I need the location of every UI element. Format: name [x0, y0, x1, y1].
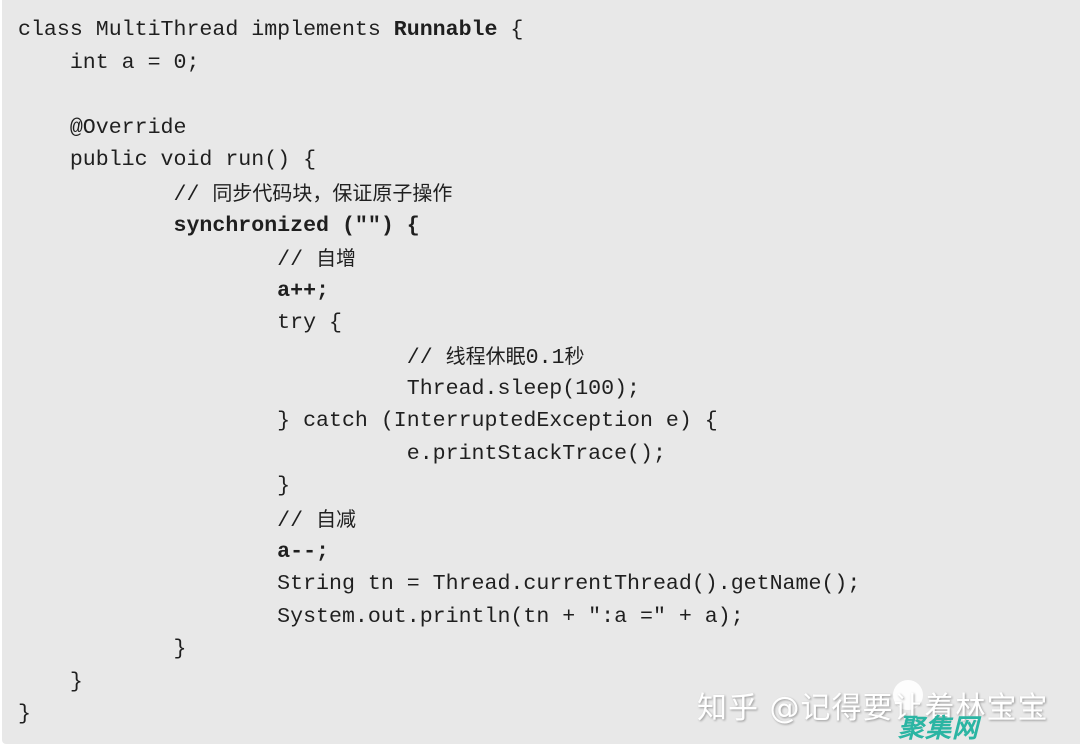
code-line: public void run() { — [18, 144, 860, 177]
code-line: } — [18, 470, 860, 503]
code-line: // 自减 — [18, 503, 860, 536]
code-line: System.out.println(tn + ":a =" + a); — [18, 601, 860, 634]
code-block: class MultiThread implements Runnable { … — [2, 0, 1080, 744]
code-content: class MultiThread implements Runnable { … — [18, 14, 860, 731]
code-line: class MultiThread implements Runnable { — [18, 14, 860, 47]
code-token: } — [173, 637, 187, 662]
code-line: // 自增 — [18, 242, 860, 275]
code-line: } — [18, 633, 860, 666]
code-line: a++; — [18, 275, 860, 308]
code-line: Thread.sleep(100); — [18, 373, 860, 406]
code-comment-text: 同步代码块，保证原子操作 — [212, 180, 453, 205]
code-line: int a = 0; — [18, 47, 860, 80]
code-token: System.out.println(tn + ":a =" + a); — [277, 604, 744, 629]
code-token: } — [69, 669, 83, 694]
code-line: try { — [18, 307, 860, 340]
code-token: { — [497, 18, 524, 42]
watermark-text: 知乎 @记得要让着林宝宝 — [697, 691, 1049, 726]
code-token: public void run() { — [69, 148, 317, 173]
code-comment-text: 线程休眠 — [445, 343, 526, 368]
code-line: String tn = Thread.currentThread().getNa… — [18, 568, 860, 601]
code-token: // — [406, 345, 446, 370]
code-token: Thread.sleep(100); — [406, 376, 641, 401]
code-comment-text: 秒 — [564, 343, 585, 368]
code-token: // — [277, 248, 317, 273]
code-token-keyword: Runnable — [393, 18, 498, 42]
code-token: class MultiThread implements — [18, 18, 394, 42]
code-line: e.printStackTrace(); — [18, 438, 860, 471]
code-token-keyword: synchronized ("") { — [173, 213, 420, 238]
code-token: // — [277, 508, 317, 533]
code-line: // 线程休眠0.1秒 — [18, 340, 860, 373]
code-line: // 同步代码块，保证原子操作 — [18, 177, 860, 210]
code-token: String tn = Thread.currentThread().getNa… — [277, 572, 861, 597]
code-line: } catch (InterruptedException e) { — [18, 405, 860, 438]
code-comment-text: 自增 — [316, 246, 357, 271]
code-token: e.printStackTrace(); — [406, 441, 666, 466]
watermark-overlay-text: 聚集网 — [898, 714, 980, 744]
code-comment-text: 自减 — [316, 506, 357, 531]
code-token: } catch (InterruptedException e) { — [277, 409, 718, 434]
code-token: @Override — [69, 115, 187, 140]
code-token: int a = 0; — [69, 50, 200, 75]
code-line: @Override — [18, 112, 860, 145]
code-token: try { — [277, 311, 342, 336]
code-line: synchronized ("") { — [18, 210, 860, 243]
code-token-keyword: a++; — [277, 278, 330, 303]
code-line: a--; — [18, 536, 860, 569]
code-token-keyword: a--; — [277, 539, 330, 564]
code-token: } — [277, 474, 291, 499]
code-token: 0.1 — [525, 345, 565, 370]
code-token: } — [18, 702, 31, 727]
code-token: // — [173, 182, 213, 207]
